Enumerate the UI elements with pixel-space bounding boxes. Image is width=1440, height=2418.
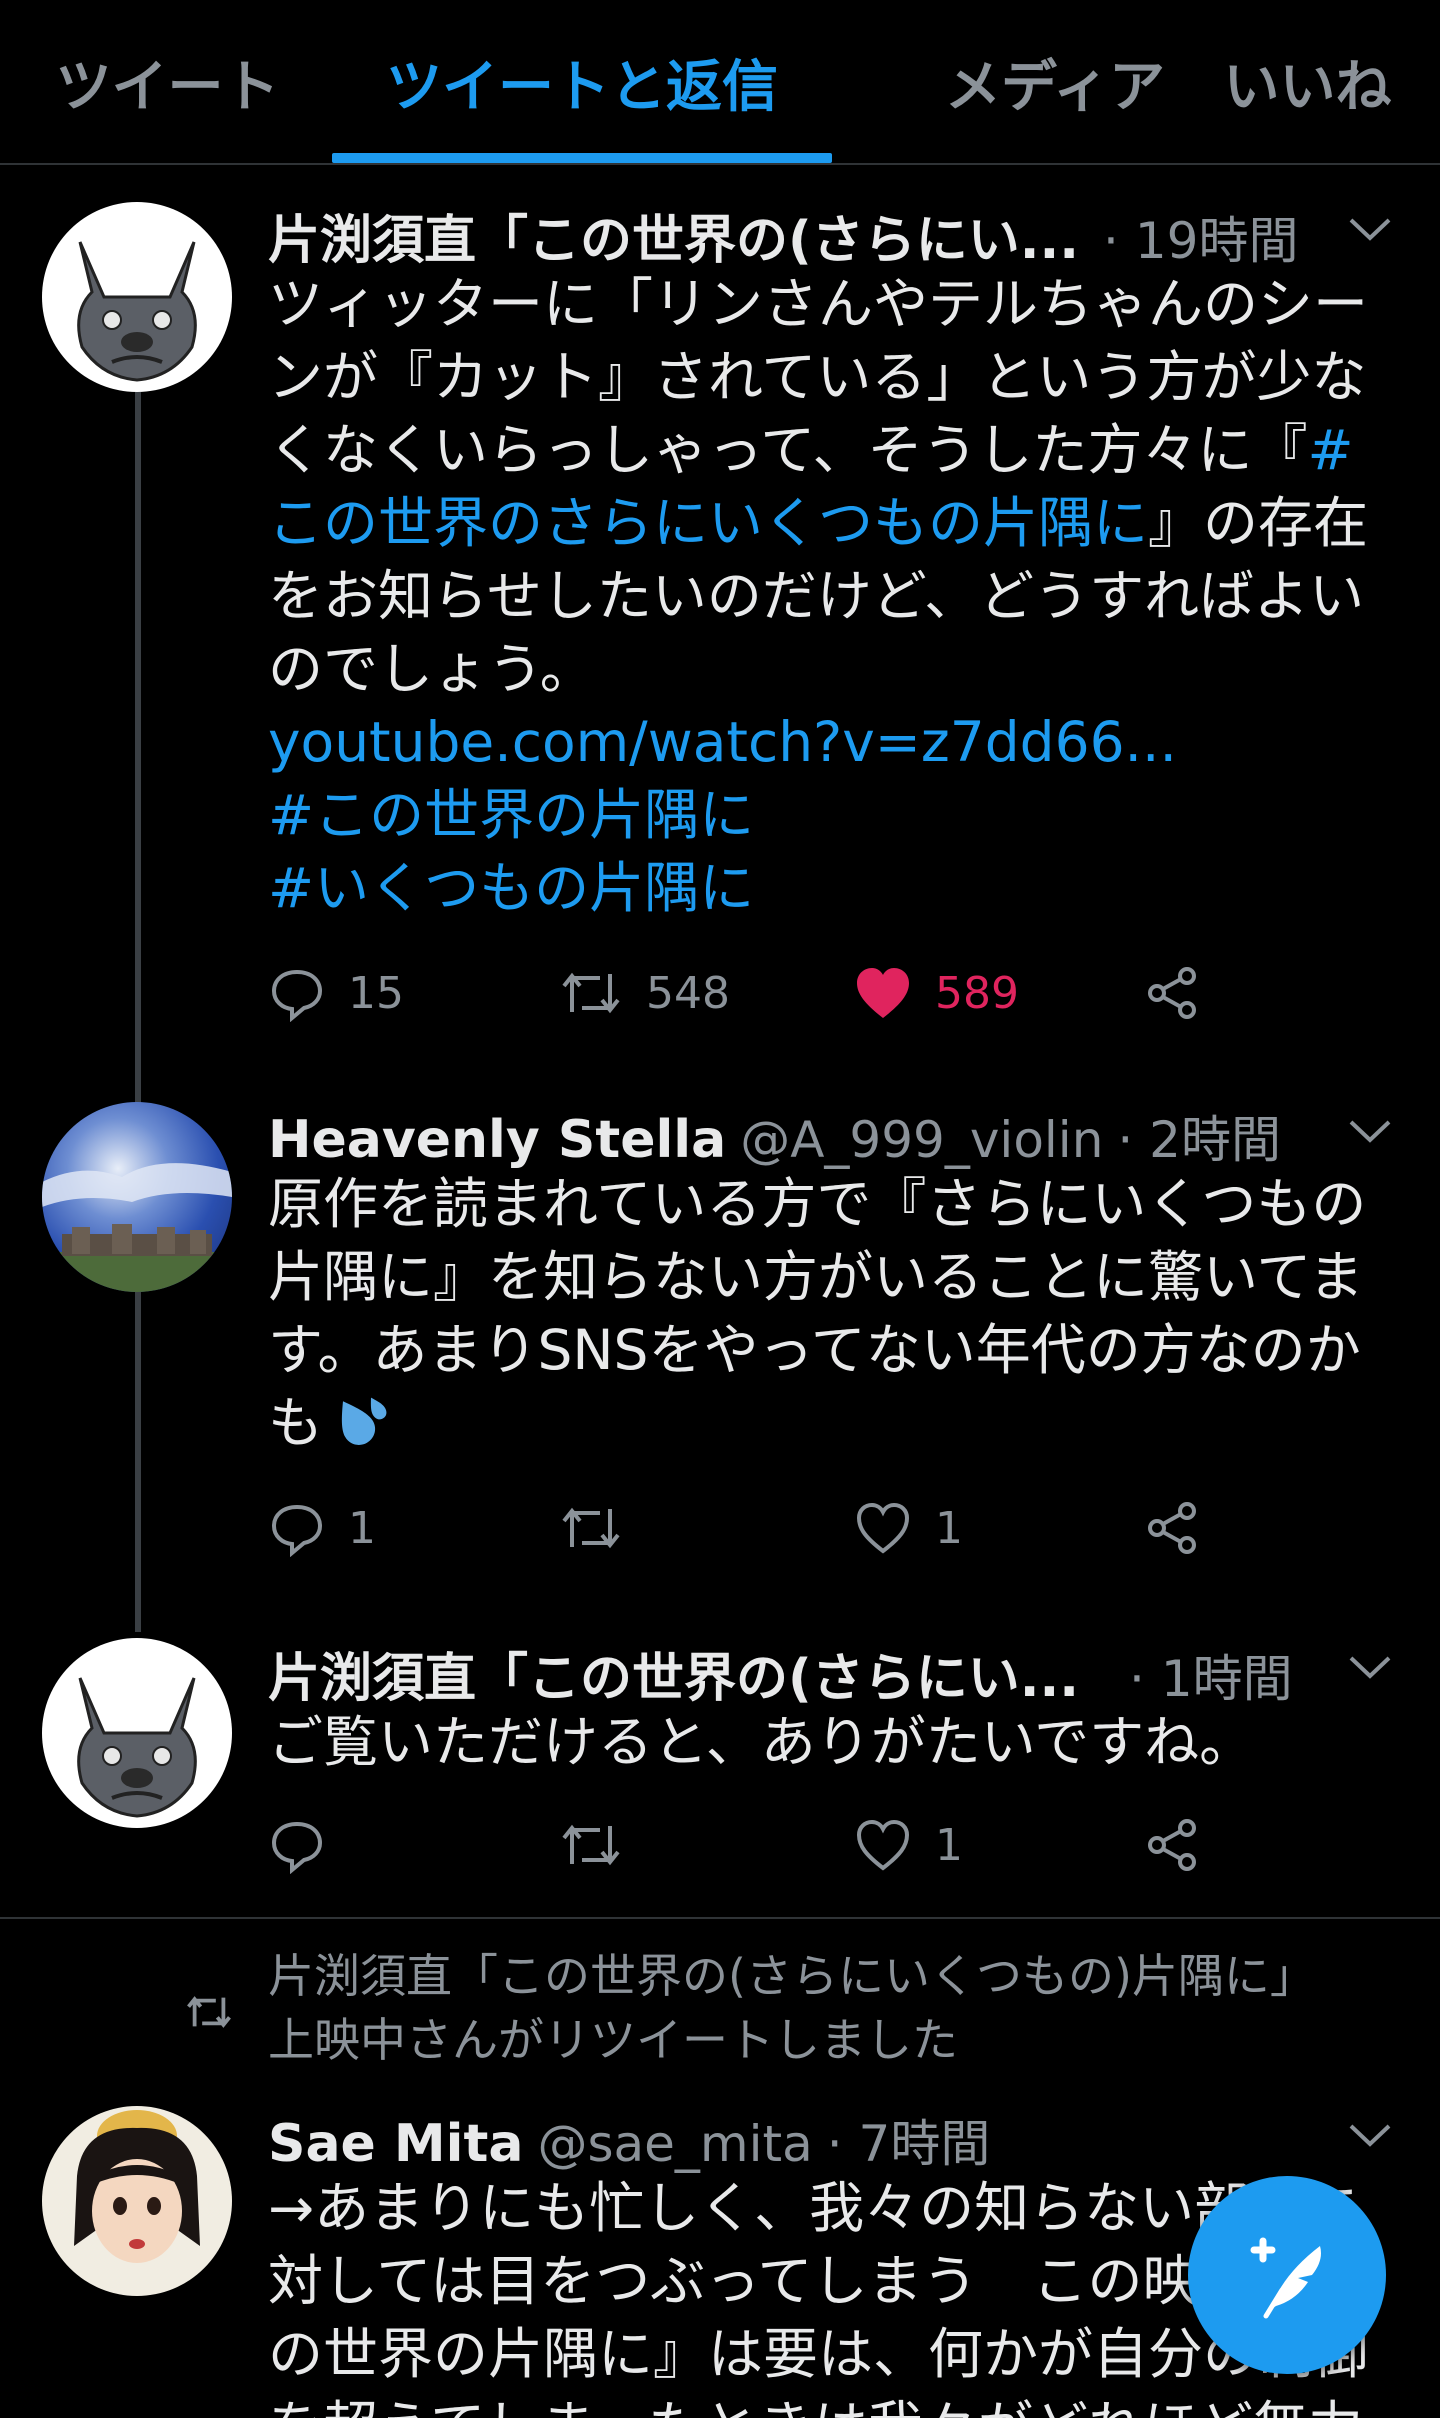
retweet-indicator-icon xyxy=(187,1996,231,2028)
share-button[interactable] xyxy=(1143,958,1201,1028)
like-button[interactable]: 1 xyxy=(853,1810,963,1880)
bulldog-avatar-icon xyxy=(77,241,197,382)
tweet-text: ご覧いただけると、ありがたいですね。 xyxy=(268,1706,1398,1779)
tweet-text-line: のでしょう。 xyxy=(268,637,595,701)
reply-button[interactable]: 1 xyxy=(268,1493,376,1563)
tab-tweets[interactable]: ツイート xyxy=(30,0,305,165)
share-icon xyxy=(1148,1819,1196,1871)
tab-likes[interactable]: いいね xyxy=(1200,0,1415,165)
tweet-text-line: も xyxy=(268,1387,1398,1460)
avatar[interactable] xyxy=(42,1102,232,1292)
thread-connector xyxy=(135,1292,141,1632)
hashtag-link[interactable]: # xyxy=(1308,418,1354,482)
sweat-droplets-emoji-icon xyxy=(341,1397,387,1445)
bulldog-avatar-icon xyxy=(77,1677,197,1818)
share-button[interactable] xyxy=(1143,1493,1201,1563)
display-name[interactable]: 片渕須直「この世界の(さらにい... xyxy=(268,198,1079,273)
retweet-icon xyxy=(562,1824,620,1866)
tab-media[interactable]: メディア xyxy=(860,0,1250,165)
tweet-header: Heavenly Stella @A_999_violin · 2時間 xyxy=(268,1100,1281,1172)
share-button[interactable] xyxy=(1143,1810,1201,1880)
user-handle[interactable]: @A_999_violin xyxy=(740,1111,1103,1169)
avatar[interactable] xyxy=(42,2106,232,2296)
timestamp[interactable]: · 2時間 xyxy=(1117,1100,1281,1172)
tweet-text-line: この世界のさらにいくつもの片隅に』の存在 xyxy=(268,491,1369,555)
tweet-header: 片渕須直「この世界の(さらにい... · 1時間 xyxy=(268,1636,1293,1711)
share-icon xyxy=(1148,967,1196,1019)
girl-portrait-avatar-icon xyxy=(74,2110,200,2263)
display-name[interactable]: 片渕須直「この世界の(さらにい... xyxy=(268,1636,1079,1711)
thread-connector xyxy=(135,392,141,1104)
reply-button[interactable]: 15 xyxy=(268,958,404,1028)
user-handle[interactable]: @sae_mita xyxy=(537,2115,812,2173)
share-icon xyxy=(1148,1502,1196,1554)
hashtag-link[interactable]: #いくつもの片隅に xyxy=(268,852,1398,925)
hashtag-link[interactable]: #この世界の片隅に xyxy=(268,779,1398,852)
reply-icon xyxy=(271,969,323,1022)
tweet-text-line: を超えてしまったときは我々がどれほど無力 xyxy=(268,2391,1398,2418)
url-link[interactable]: youtube.com/watch?v=z7dd66... xyxy=(268,706,1398,779)
timestamp[interactable]: · 7時間 xyxy=(827,2104,991,2176)
retweet-count: 548 xyxy=(646,967,730,1019)
avatar[interactable] xyxy=(42,202,232,392)
retweet-attribution-line: 上映中さんがリツイートしました xyxy=(268,2013,958,2067)
timestamp[interactable]: · 19時間 xyxy=(1103,201,1298,273)
like-button[interactable]: 589 xyxy=(853,958,1019,1028)
chevron-down-icon[interactable] xyxy=(1345,1114,1395,1150)
reply-button[interactable] xyxy=(268,1810,326,1880)
retweet-button[interactable] xyxy=(558,1810,624,1880)
tweet-text-line: す。あまりSNSをやってない年代の方なのか xyxy=(268,1318,1361,1382)
chevron-down-icon[interactable] xyxy=(1345,1650,1395,1686)
timestamp[interactable]: · 1時間 xyxy=(1129,1639,1293,1711)
display-name[interactable]: Heavenly Stella xyxy=(268,1110,726,1170)
retweet-button[interactable] xyxy=(558,1493,624,1563)
reply-icon xyxy=(271,1821,323,1874)
retweet-icon xyxy=(562,1507,620,1549)
reply-icon xyxy=(271,1504,323,1557)
tweet-text: ツィッターに「リンさんやテルちゃんのシー ンが『カット』されている」という方が少… xyxy=(268,268,1398,925)
tweet-text-line: 原作を読まれている方で『さらにいくつもの xyxy=(268,1172,1367,1236)
heart-filled-icon xyxy=(857,968,909,1018)
stonehenge-avatar-icon xyxy=(42,1163,232,1292)
tab-tweets-and-replies[interactable]: ツイートと返信 xyxy=(332,0,832,165)
like-count: 1 xyxy=(935,1819,963,1871)
retweet-icon xyxy=(562,972,620,1014)
compose-feather-icon xyxy=(1250,2237,1321,2319)
heart-outline-icon xyxy=(856,1502,910,1554)
tweet-text-line: をお知らせしたいのだけど、どうすればよい xyxy=(268,564,1365,628)
display-name[interactable]: Sae Mita xyxy=(268,2114,523,2174)
tweet-header: 片渕須直「この世界の(さらにい... · 19時間 xyxy=(268,198,1298,273)
chevron-down-icon[interactable] xyxy=(1345,2118,1395,2154)
tweet-text-line: ツィッターに「リンさんやテルちゃんのシー xyxy=(268,272,1369,336)
tweet-text-line: ンが『カット』されている」という方が少な xyxy=(268,345,1367,409)
reply-count: 15 xyxy=(348,967,404,1019)
chevron-down-icon[interactable] xyxy=(1345,212,1395,248)
tweet-text-line: くなくいらっしゃって、そうした方々に『# xyxy=(268,418,1354,482)
tweet-header: Sae Mita @sae_mita · 7時間 xyxy=(268,2104,990,2176)
reply-count: 1 xyxy=(348,1502,376,1554)
active-tab-indicator xyxy=(332,153,832,163)
like-button[interactable]: 1 xyxy=(853,1493,963,1563)
avatar[interactable] xyxy=(42,1638,232,1828)
profile-tabs: ツイート ツイートと返信 メディア いいね xyxy=(0,0,1440,165)
divider xyxy=(0,1917,1440,1919)
retweet-attribution-line: 片渕須直「この世界の(さらにいくつもの)片隅に」 xyxy=(268,1949,1316,2003)
heart-outline-icon xyxy=(856,1819,910,1871)
tweet-text: 原作を読まれている方で『さらにいくつもの 片隅に』を知らない方がいることに驚いて… xyxy=(268,1168,1398,1460)
like-count: 589 xyxy=(935,967,1019,1019)
compose-tweet-button[interactable] xyxy=(1188,2176,1386,2374)
retweet-button[interactable]: 548 xyxy=(558,958,730,1028)
like-count: 1 xyxy=(935,1502,963,1554)
tweet-text-line: 片隅に』を知らない方がいることに驚いてま xyxy=(268,1245,1364,1309)
hashtag-link[interactable]: この世界のさらにいくつもの片隅に xyxy=(268,491,1148,555)
retweet-attribution[interactable]: 片渕須直「この世界の(さらにいくつもの)片隅に」 上映中さんがリツイートしました xyxy=(268,1944,1316,2072)
tweet-text-line: ご覧いただけると、ありがたいですね。 xyxy=(268,1710,1255,1774)
